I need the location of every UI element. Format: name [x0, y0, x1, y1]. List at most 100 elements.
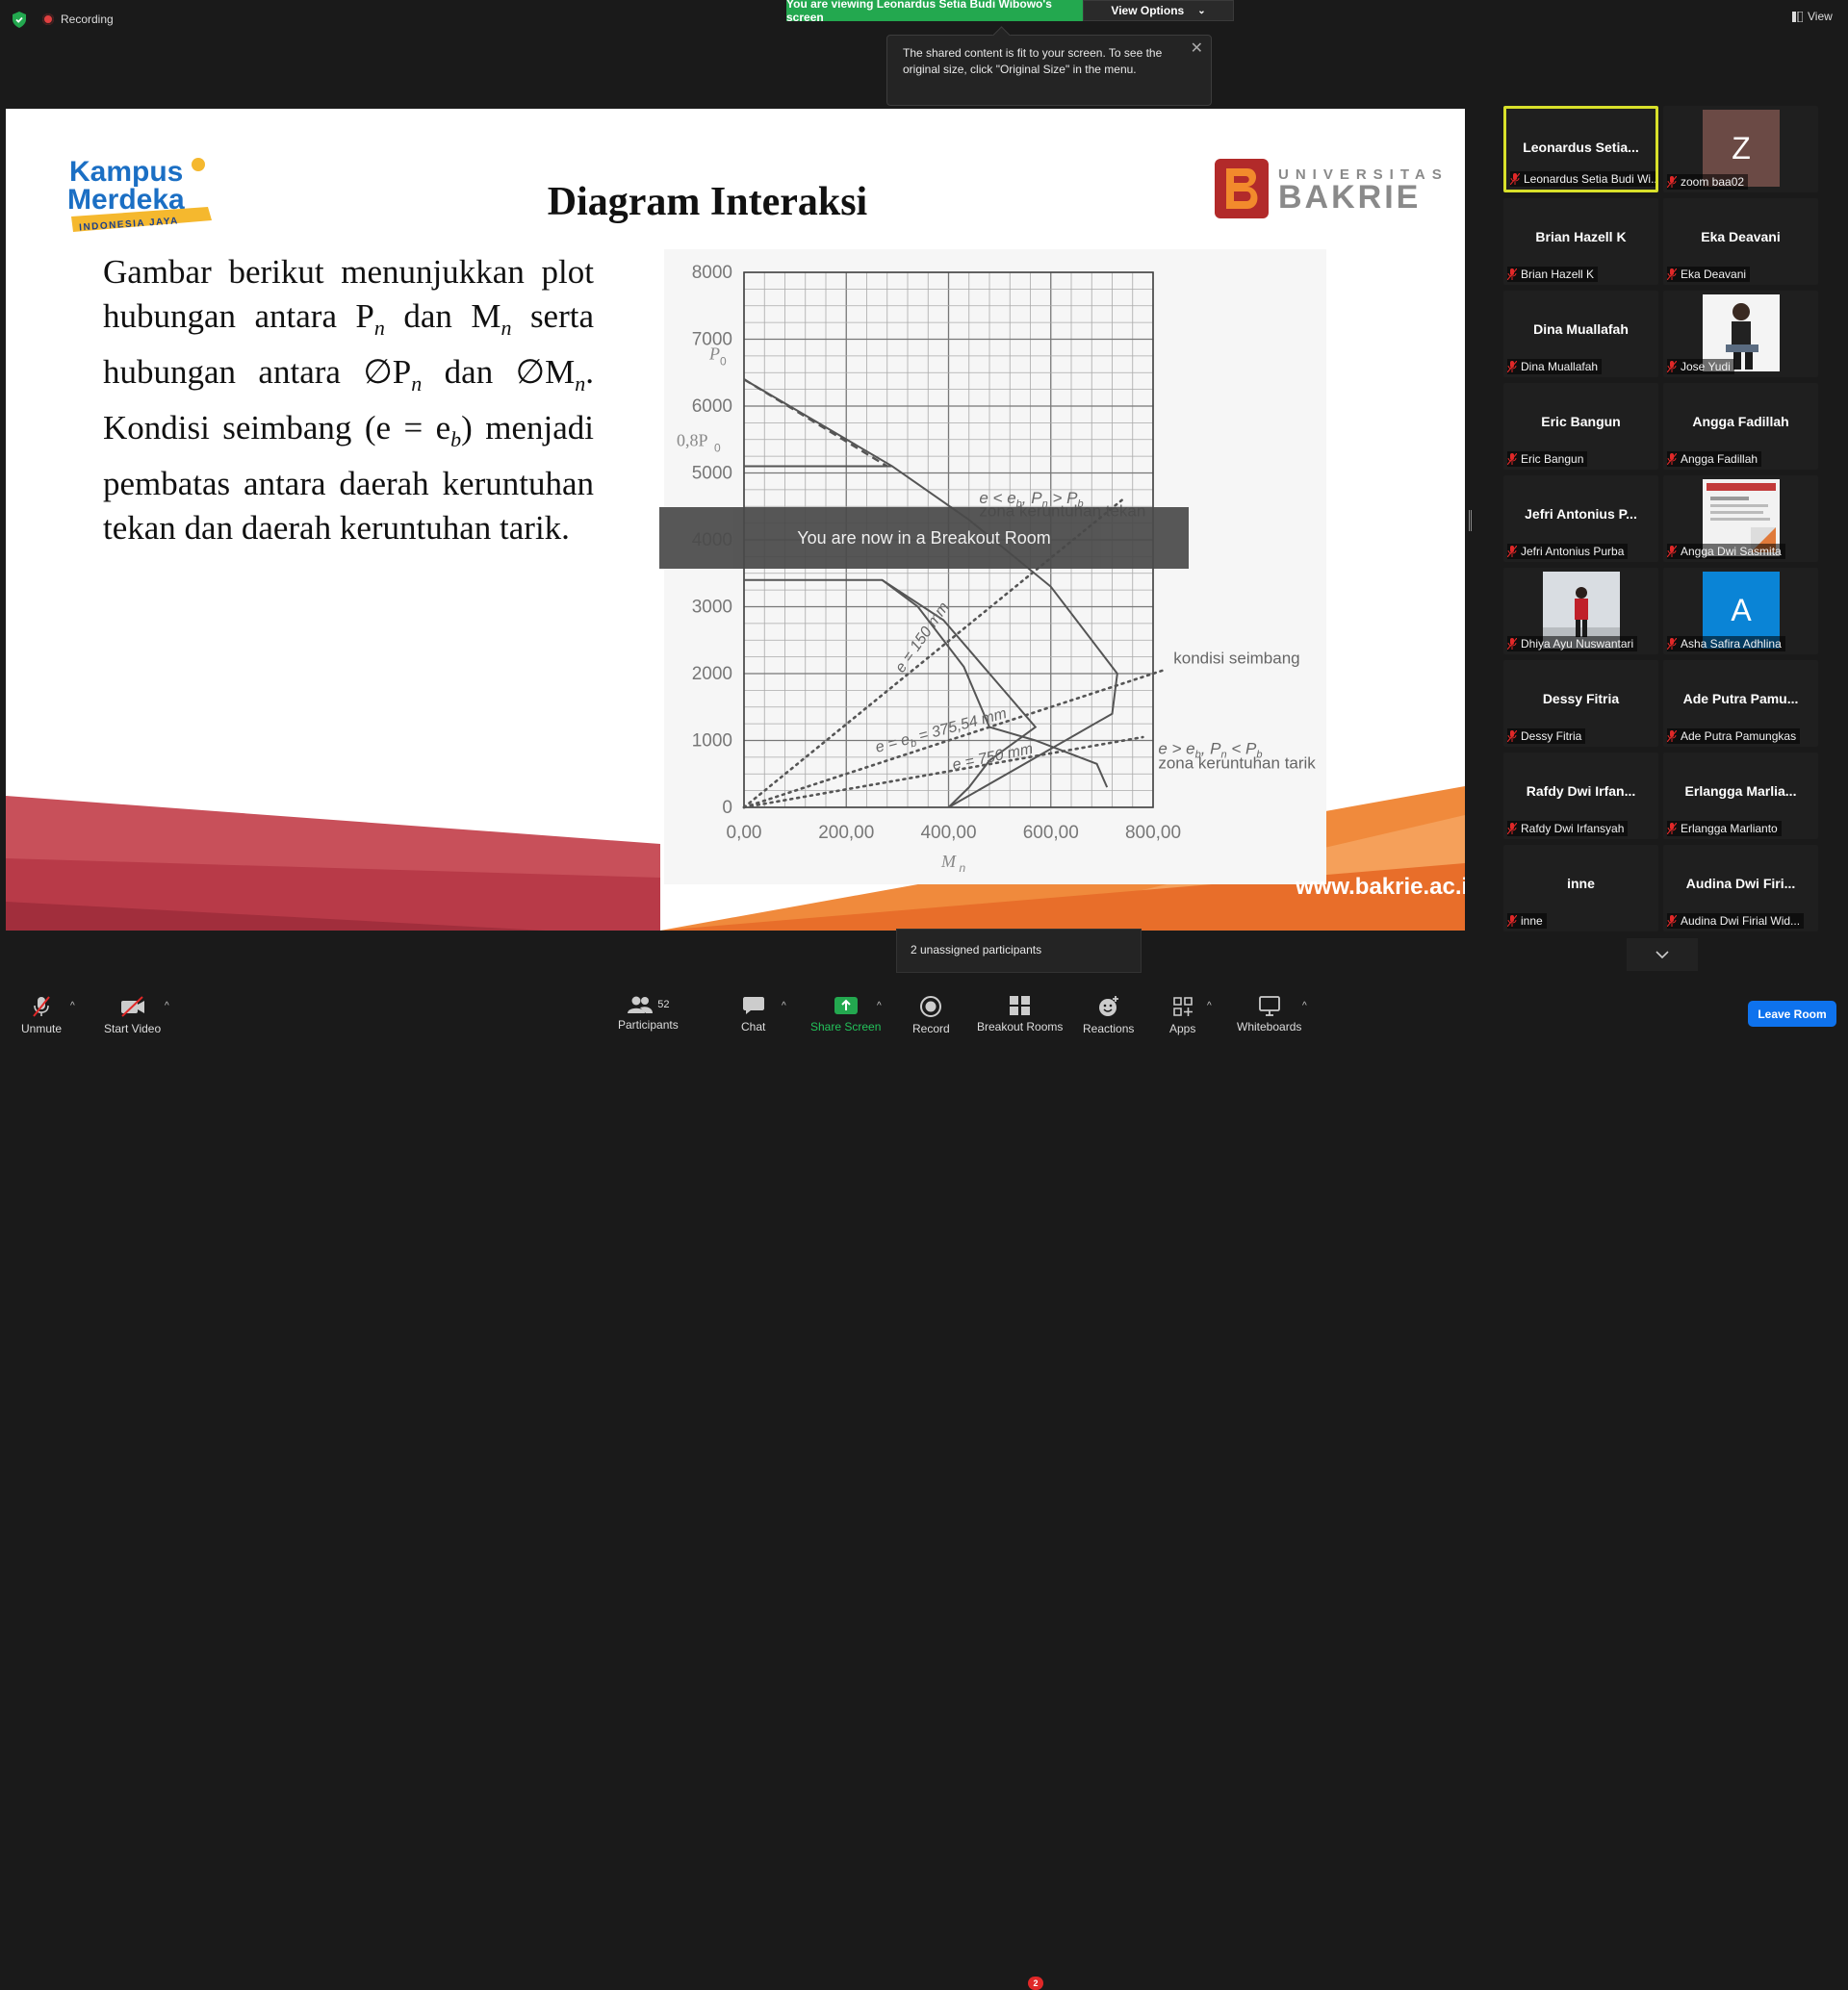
participant-name: Audina Dwi Firial Wid... — [1681, 914, 1801, 928]
chart-annotation: e = 750 mm — [951, 741, 1035, 774]
share-screen-button[interactable]: Share Screen — [810, 995, 881, 1033]
participants-button[interactable]: 52 Participants — [618, 995, 679, 1032]
microphone-muted-icon — [1507, 823, 1517, 834]
video-off-icon — [120, 996, 144, 1017]
record-button[interactable]: Record — [912, 995, 950, 1035]
reactions-smiley-icon — [1098, 996, 1118, 1016]
y-tick-label: 0 — [722, 798, 732, 818]
microphone-muted-icon — [1507, 638, 1517, 650]
record-icon — [920, 996, 942, 1017]
chat-options-caret-icon[interactable]: ^ — [782, 1001, 786, 1011]
start-video-label: Start Video — [104, 1022, 162, 1035]
shared-screen-slide: Kampus Merdeka INDONESIA JAYA Diagram In… — [6, 109, 1465, 931]
leave-room-button[interactable]: Leave Room — [1748, 1001, 1836, 1027]
participant-name-label: Erlangga Marlianto — [1667, 821, 1782, 836]
participant-tile[interactable]: Dessy Fitria Dessy Fitria — [1503, 660, 1658, 747]
participant-tile[interactable]: Leonardus Setia... Leonardus Setia Budi W… — [1503, 106, 1658, 192]
participant-display-name: Eka Deavani — [1701, 229, 1781, 244]
audio-options-caret-icon[interactable]: ^ — [70, 1001, 75, 1011]
close-icon[interactable]: ✕ — [1191, 40, 1203, 57]
apps-button[interactable]: Apps — [1169, 995, 1195, 1035]
view-label: View — [1808, 10, 1833, 23]
start-video-button[interactable]: Start Video — [104, 995, 161, 1035]
participant-tile[interactable]: inne inne — [1503, 845, 1658, 931]
participant-tile[interactable]: Ade Putra Pamu... Ade Putra Pamungkas — [1663, 660, 1818, 747]
microphone-muted-icon — [33, 996, 50, 1017]
participant-name-label: zoom baa02 — [1667, 174, 1749, 190]
participant-tile[interactable]: A Asha Safira Adhlina — [1663, 568, 1818, 654]
paragraph-subscript: n — [575, 371, 586, 395]
x-tick-label: 600,00 — [1023, 823, 1079, 843]
reactions-label: Reactions — [1083, 1022, 1135, 1035]
y-tick-label: 1000 — [692, 731, 732, 752]
participant-tile[interactable]: Audina Dwi Firi... Audina Dwi Firial Wid.… — [1663, 845, 1818, 931]
apps-options-caret-icon[interactable]: ^ — [1207, 1001, 1212, 1011]
participant-tile[interactable]: Eka Deavani Eka Deavani — [1663, 198, 1818, 285]
breakout-rooms-button[interactable]: Breakout Rooms — [977, 995, 1063, 1033]
video-options-caret-icon[interactable]: ^ — [165, 1001, 169, 1011]
microphone-muted-icon — [1667, 546, 1677, 557]
apps-label: Apps — [1169, 1022, 1196, 1035]
view-button[interactable]: View — [1792, 10, 1833, 23]
participant-tile[interactable]: Zzoom baa02 — [1663, 106, 1818, 192]
recording-indicator[interactable]: Recording — [42, 13, 114, 26]
participant-display-name: Dina Muallafah — [1533, 321, 1629, 337]
x-tick-label: 0,00 — [727, 823, 762, 843]
unassigned-participants-note: 2 unassigned participants — [896, 929, 1142, 973]
whiteboards-options-caret-icon[interactable]: ^ — [1302, 1001, 1307, 1011]
participant-tile[interactable]: Dhiya Ayu Nuswantari — [1503, 568, 1658, 654]
gallery-scroll-down-button[interactable] — [1627, 938, 1698, 971]
unmute-button[interactable]: Unmute — [21, 995, 62, 1035]
participant-tile[interactable]: Brian Hazell K Brian Hazell K — [1503, 198, 1658, 285]
microphone-muted-icon — [1507, 268, 1517, 280]
participant-tile[interactable]: Jose Yudi — [1663, 291, 1818, 377]
universitas-bakrie-logo: UNIVERSITAS BAKRIE — [1215, 159, 1449, 218]
view-options-button[interactable]: View Options ⌄ — [1083, 0, 1234, 21]
apps-icon — [1172, 997, 1193, 1016]
participant-tile[interactable]: Rafdy Dwi Irfan... Rafdy Dwi Irfansyah — [1503, 753, 1658, 839]
participant-name-label: Dessy Fitria — [1507, 728, 1586, 744]
participant-name: Asha Safira Adhlina — [1681, 637, 1782, 651]
annotation-text: zona keruntuhan tarik — [1158, 754, 1316, 773]
panel-resize-handle[interactable] — [1469, 510, 1472, 531]
participant-tile[interactable]: Angga Fadillah Angga Fadillah — [1663, 383, 1818, 470]
participant-tile[interactable]: Dina Muallafah Dina Muallafah — [1503, 291, 1658, 377]
participant-name-label: Ade Putra Pamungkas — [1667, 728, 1801, 744]
x-tick-label: 200,00 — [818, 823, 874, 843]
participant-name: Rafdy Dwi Irfansyah — [1521, 822, 1625, 835]
microphone-muted-icon — [1507, 453, 1517, 465]
eccentricity-ray-375.54 — [742, 669, 1165, 809]
participant-tile[interactable]: Jefri Antonius P... Jefri Antonius Purba — [1503, 475, 1658, 562]
whiteboards-label: Whiteboards — [1237, 1020, 1302, 1033]
chart-annotation: zona keruntuhan tarik — [1158, 754, 1316, 773]
participants-label: Participants — [618, 1018, 679, 1032]
participant-tile[interactable]: Angga Dwi Sasmita — [1663, 475, 1818, 562]
reactions-button[interactable]: Reactions — [1083, 995, 1134, 1035]
paragraph-text: dan ∅M — [422, 353, 576, 391]
series-line-nominal — [743, 378, 1118, 808]
share-screen-icon — [834, 997, 858, 1014]
chat-button[interactable]: Chat — [741, 995, 765, 1033]
participant-name-label: Jefri Antonius Purba — [1507, 544, 1629, 559]
whiteboards-button[interactable]: Whiteboards — [1237, 995, 1301, 1033]
microphone-muted-icon — [1667, 361, 1677, 372]
chevron-down-icon: ⌄ — [1197, 5, 1206, 16]
participant-tile[interactable]: Eric Bangun Eric Bangun — [1503, 383, 1658, 470]
participant-name: Angga Dwi Sasmita — [1681, 545, 1782, 558]
share-options-caret-icon[interactable]: ^ — [877, 1001, 882, 1011]
participant-tile[interactable]: Erlangga Marlia... Erlangga Marlianto — [1663, 753, 1818, 839]
breakout-rooms-icon — [1009, 996, 1030, 1015]
microphone-muted-icon — [1667, 823, 1677, 834]
participant-name: inne — [1521, 914, 1543, 928]
annotation-text: e = 750 mm — [951, 741, 1035, 774]
microphone-muted-icon — [1667, 453, 1677, 465]
breakout-room-banner: You are now in a Breakout Room — [659, 507, 1189, 569]
microphone-muted-icon — [1507, 546, 1517, 557]
participant-display-name: Eric Bangun — [1541, 414, 1621, 429]
security-shield-icon[interactable] — [12, 12, 27, 28]
p0-label: P — [708, 344, 720, 363]
participant-name-label: Eric Bangun — [1507, 451, 1588, 467]
participant-display-name: inne — [1567, 876, 1595, 891]
participant-display-name: Brian Hazell K — [1535, 229, 1627, 244]
slide-url: www.bakrie.ac.id — [1296, 874, 1465, 900]
